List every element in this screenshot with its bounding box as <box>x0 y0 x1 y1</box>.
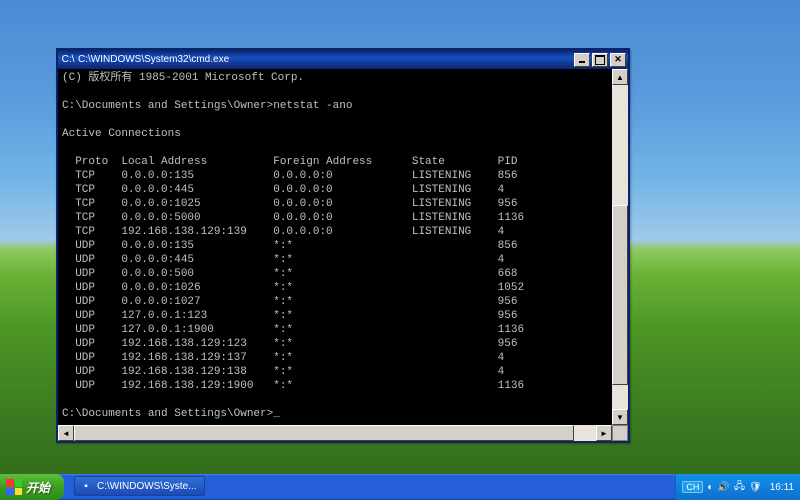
horizontal-scrollbar[interactable]: ◄ ► <box>58 425 612 441</box>
desktop[interactable]: C:\ C:\WINDOWS\System32\cmd.exe (C) 版权所有… <box>0 0 800 500</box>
scroll-down-button[interactable]: ▼ <box>612 409 628 425</box>
hscroll-thumb[interactable] <box>74 425 574 441</box>
close-button[interactable] <box>610 53 626 67</box>
system-tray: CH ◐ 🔊 🖧 🛡 16:11 <box>675 474 800 500</box>
taskbar-item-label: C:\WINDOWS\Syste... <box>97 481 196 492</box>
vertical-scrollbar[interactable]: ▲ ▼ <box>612 69 628 425</box>
scroll-left-button[interactable]: ◄ <box>58 425 74 441</box>
volume-icon[interactable]: 🔊 <box>717 482 729 493</box>
window-buttons <box>574 53 626 67</box>
console-output[interactable]: (C) 版权所有 1985-2001 Microsoft Corp. C:\Do… <box>58 69 628 441</box>
scroll-right-button[interactable]: ► <box>596 425 612 441</box>
quick-launch <box>64 474 72 500</box>
start-label: 开始 <box>26 479 50 496</box>
network-icon[interactable]: 🖧 <box>734 479 745 496</box>
hscroll-track[interactable] <box>74 425 596 441</box>
titlebar[interactable]: C:\ C:\WINDOWS\System32\cmd.exe <box>58 50 628 69</box>
window-title: C:\WINDOWS\System32\cmd.exe <box>78 50 574 69</box>
vscroll-track[interactable] <box>612 85 628 409</box>
maximize-button[interactable] <box>592 53 608 67</box>
language-indicator[interactable]: CH <box>682 481 703 493</box>
scroll-up-button[interactable]: ▲ <box>612 69 628 85</box>
scrollbar-corner <box>612 425 628 441</box>
cmd-icon: C:\ <box>62 54 74 66</box>
taskbar-item-cmd[interactable]: ▪ C:\WINDOWS\Syste... <box>74 476 205 496</box>
cmd-window: C:\ C:\WINDOWS\System32\cmd.exe (C) 版权所有… <box>56 48 630 443</box>
start-button[interactable]: 开始 <box>0 474 64 500</box>
taskbar: 开始 ▪ C:\WINDOWS\Syste... CH ◐ 🔊 🖧 🛡 16:1… <box>0 474 800 500</box>
vscroll-thumb[interactable] <box>612 205 628 385</box>
windows-logo-icon <box>6 479 22 495</box>
minimize-button[interactable] <box>574 53 590 67</box>
cmd-taskbar-icon: ▪ <box>79 479 93 493</box>
clock[interactable]: 16:11 <box>770 482 794 493</box>
shield-icon[interactable]: 🛡 <box>749 482 762 493</box>
tray-icon[interactable]: ◐ <box>707 482 713 493</box>
